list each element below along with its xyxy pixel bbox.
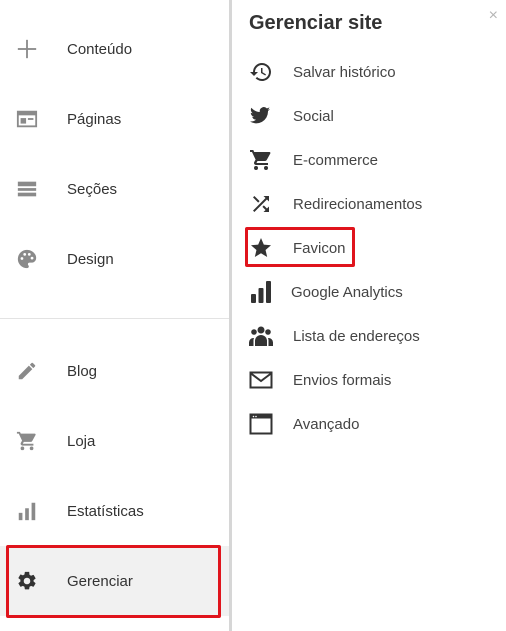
shuffle-icon bbox=[249, 192, 273, 216]
menu-item-label: E-commerce bbox=[293, 151, 379, 169]
sidebar-item-label: Design bbox=[67, 250, 114, 268]
analytics-icon bbox=[249, 280, 273, 304]
sidebar-item-design[interactable]: Design bbox=[0, 224, 229, 294]
sidebar-item-blog[interactable]: Blog bbox=[0, 336, 229, 406]
menu-item-label: Lista de endereços bbox=[293, 327, 420, 345]
manage-site-panel: Gerenciar site × Salvar histórico Social… bbox=[232, 0, 506, 631]
sidebar: Conteúdo Páginas Seções Design Blog Loja bbox=[0, 0, 229, 631]
sections-icon bbox=[15, 177, 39, 201]
sidebar-item-statistics[interactable]: Estatísticas bbox=[0, 476, 229, 546]
cart-icon bbox=[15, 429, 39, 453]
sidebar-item-content[interactable]: Conteúdo bbox=[0, 14, 229, 84]
bar-chart-icon bbox=[15, 499, 39, 523]
window-icon bbox=[249, 412, 273, 436]
sidebar-item-store[interactable]: Loja bbox=[0, 406, 229, 476]
pencil-icon bbox=[15, 359, 39, 383]
plus-icon bbox=[15, 37, 39, 61]
menu-item-label: Redirecionamentos bbox=[293, 195, 423, 213]
close-button[interactable]: × bbox=[489, 8, 498, 24]
menu-item-social[interactable]: Social bbox=[232, 94, 506, 138]
page-layout-icon bbox=[15, 107, 39, 131]
palette-icon bbox=[15, 247, 39, 271]
sidebar-item-label: Conteúdo bbox=[67, 40, 133, 58]
menu-item-redirects[interactable]: Redirecionamentos bbox=[232, 182, 506, 226]
sidebar-divider bbox=[0, 318, 229, 319]
menu-item-label: Envios formais bbox=[293, 371, 392, 389]
panel-title: Gerenciar site bbox=[249, 12, 383, 34]
sidebar-item-manage[interactable]: Gerenciar bbox=[0, 546, 229, 616]
cart-icon bbox=[249, 148, 273, 172]
gear-icon bbox=[15, 569, 39, 593]
history-icon bbox=[249, 60, 273, 84]
sidebar-item-label: Blog bbox=[67, 362, 98, 380]
sidebar-item-label: Estatísticas bbox=[67, 502, 144, 520]
menu-item-label: Avançado bbox=[293, 415, 360, 433]
bird-icon bbox=[249, 104, 273, 128]
sidebar-item-label: Seções bbox=[67, 180, 118, 198]
star-icon bbox=[249, 236, 273, 260]
menu-item-advanced[interactable]: Avançado bbox=[232, 402, 506, 446]
menu-item-favicon[interactable]: Favicon bbox=[232, 226, 506, 270]
menu-item-label: Favicon bbox=[293, 239, 346, 257]
sidebar-item-pages[interactable]: Páginas bbox=[0, 84, 229, 154]
menu-item-google-analytics[interactable]: Google Analytics bbox=[232, 270, 506, 314]
envelope-icon bbox=[249, 368, 273, 392]
sidebar-item-sections[interactable]: Seções bbox=[0, 154, 229, 224]
sidebar-item-label: Gerenciar bbox=[67, 572, 133, 590]
menu-item-ecommerce[interactable]: E-commerce bbox=[232, 138, 506, 182]
people-icon bbox=[249, 324, 273, 348]
sidebar-item-label: Páginas bbox=[67, 110, 122, 128]
menu-item-label: Salvar histórico bbox=[293, 63, 396, 81]
sidebar-item-label: Loja bbox=[67, 432, 96, 450]
menu-item-address-list[interactable]: Lista de endereços bbox=[232, 314, 506, 358]
menu-item-save-history[interactable]: Salvar histórico bbox=[232, 50, 506, 94]
menu-item-label: Google Analytics bbox=[291, 283, 403, 301]
menu-item-label: Social bbox=[293, 107, 334, 125]
menu-item-form-submissions[interactable]: Envios formais bbox=[232, 358, 506, 402]
